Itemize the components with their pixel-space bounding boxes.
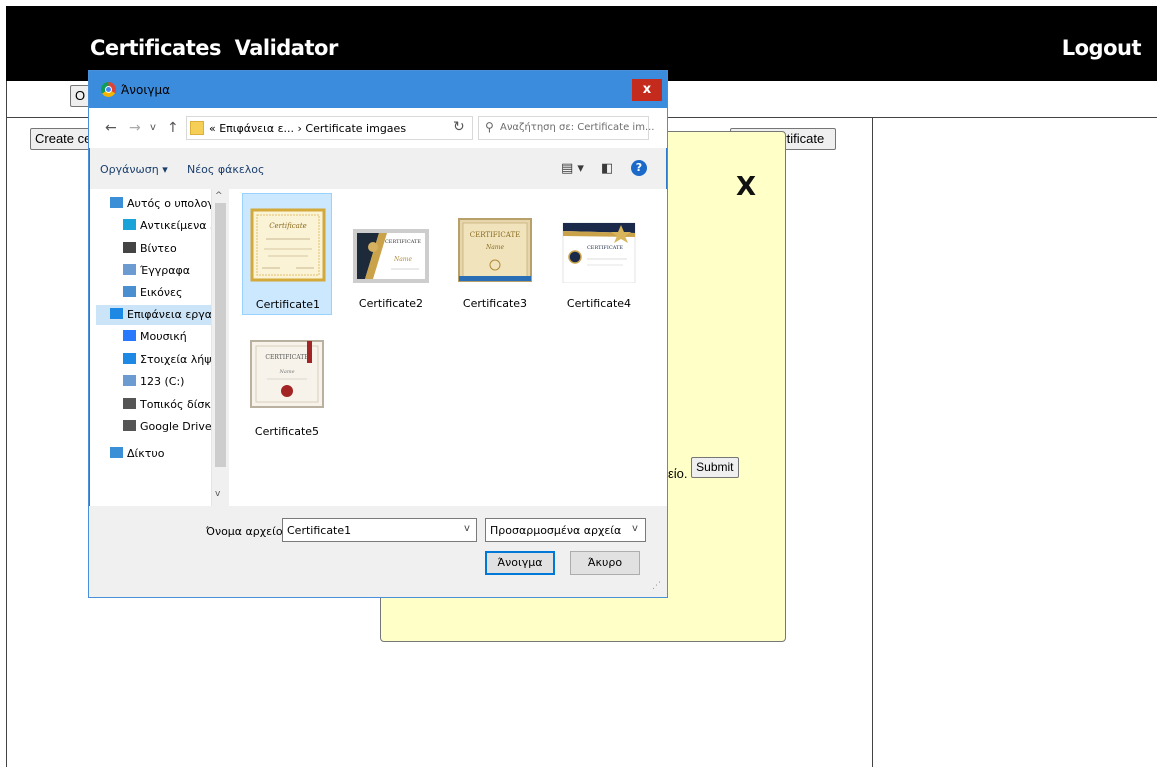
certificate1-thumbnail: Certificate [250, 208, 326, 282]
filetype-dropdown-icon[interactable]: v [632, 523, 638, 534]
view-menu-icon[interactable]: ▤ ▾ [561, 161, 584, 176]
filename-label: Όνομα αρχείου: [206, 525, 293, 538]
file-item[interactable]: Certificate Certificate1 [242, 193, 332, 315]
certificate5-thumbnail: CERTIFICATE Name [250, 340, 324, 408]
forward-arrow-icon[interactable]: → [129, 120, 141, 136]
file-name: Certificate1 [255, 298, 321, 311]
cancel-button[interactable]: Άκυρο [570, 551, 640, 575]
svg-text:CERTIFICATE: CERTIFICATE [385, 239, 421, 245]
certificate3-thumbnail: CERTIFICATE Name [458, 218, 532, 282]
nav-scroll-thumb[interactable] [215, 203, 226, 467]
file-name: Certificate2 [358, 297, 424, 310]
resize-grip-icon[interactable]: ⋰ [652, 581, 661, 591]
file-item[interactable]: CERTIFICATE Name Certificate2 [346, 193, 436, 315]
submit-button[interactable]: Submit [691, 457, 739, 478]
modal-close-icon[interactable]: X [736, 172, 756, 202]
svg-text:Name: Name [278, 369, 294, 375]
modal-text-fragment: είο. [668, 466, 688, 481]
file-open-dialog: Άνοιγμα x ← → v ↑ « Επιφάνεια ε... › Cer… [88, 70, 668, 598]
logout-link[interactable]: Logout [1062, 36, 1142, 60]
navigation-pane: Αυτός ο υπολογιστήςΑντικείμενα 3DΒίντεοΈ… [90, 189, 228, 506]
chrome-icon [101, 82, 116, 97]
modal-text: είο. Submit [668, 457, 739, 481]
file-item[interactable]: CERTIFICATE Certificate4 [554, 193, 644, 315]
dialog-close-button[interactable]: x [632, 79, 662, 101]
refresh-icon[interactable]: ↻ [453, 119, 465, 135]
left-border [6, 81, 7, 767]
dialog-titlebar: Άνοιγμα x [89, 71, 667, 108]
page: Certificates Validator Logout O Create c… [0, 0, 1157, 767]
music-icon [123, 330, 136, 341]
address-row: ← → v ↑ « Επιφάνεια ε... › Certificate i… [89, 108, 667, 148]
back-arrow-icon[interactable]: ← [105, 120, 117, 136]
help-icon[interactable]: ? [631, 160, 647, 176]
svg-text:CERTIFICATE: CERTIFICATE [587, 245, 623, 251]
certificate4-thumbnail: CERTIFICATE [562, 222, 636, 283]
search-icon: ⚲ [485, 120, 494, 134]
open-button[interactable]: Άνοιγμα [485, 551, 555, 575]
download-icon [123, 353, 136, 364]
file-name: Certificate3 [462, 297, 528, 310]
search-input[interactable]: ⚲ Αναζήτηση σε: Certificate im... [478, 116, 654, 140]
nav-item[interactable]: Επιφάνεια εργασίας [96, 305, 228, 325]
recent-locations-icon[interactable]: v [150, 122, 156, 133]
nav-item-label: Μουσική [140, 330, 187, 343]
nav-item-label: 123 (C:) [140, 375, 185, 388]
dialog-toolbar: Οργάνωση ▾ Νέος φάκελος ▤ ▾ ◧ ? [89, 151, 667, 189]
cube-icon [123, 219, 136, 230]
search-placeholder: Αναζήτηση σε: Certificate im... [500, 122, 655, 133]
dialog-title: Άνοιγμα [121, 83, 171, 97]
file-list: Certificate Certificate1 CERTIFICATE Nam… [229, 189, 667, 506]
filetype-select[interactable]: Προσαρμοσμένα αρχεία [485, 518, 646, 542]
network-icon [110, 447, 123, 458]
file-name: Certificate5 [254, 425, 320, 438]
svg-text:CERTIFICATE: CERTIFICATE [265, 354, 308, 361]
nav-item-label: Εικόνες [140, 286, 183, 299]
up-arrow-icon[interactable]: ↑ [167, 120, 179, 136]
filename-dropdown-icon[interactable]: v [464, 523, 470, 534]
app-title: Certificates Validator [90, 36, 338, 60]
pictures-icon [123, 286, 136, 297]
computer-icon [110, 197, 123, 208]
preview-pane-icon[interactable]: ◧ [601, 161, 613, 176]
nav-scrollbar[interactable]: ^ v [211, 189, 228, 506]
new-folder-button[interactable]: Νέος φάκελος [187, 163, 265, 176]
dialog-footer: Όνομα αρχείου: v Προσαρμοσμένα αρχεία v … [89, 506, 667, 597]
nav-item-label: Δίκτυο [127, 447, 165, 460]
file-name: Certificate4 [566, 297, 632, 310]
filename-input[interactable] [282, 518, 477, 542]
certificate2-thumbnail: CERTIFICATE Name [353, 229, 429, 283]
desktop-icon [110, 308, 123, 319]
address-bar[interactable]: « Επιφάνεια ε... › Certificate imgaes v [186, 116, 519, 140]
folder-icon [190, 121, 204, 135]
document-icon [123, 264, 136, 275]
nav-item-label: Βίντεο [140, 242, 177, 255]
scroll-up-icon[interactable]: ^ [215, 191, 223, 201]
nav-item-label: Έγγραφα [140, 264, 190, 277]
svg-text:Name: Name [393, 256, 413, 263]
file-item[interactable]: CERTIFICATE Name Certificate5 [242, 321, 332, 443]
svg-text:Name: Name [485, 244, 505, 251]
column-divider [872, 117, 873, 767]
svg-text:CERTIFICATE: CERTIFICATE [470, 231, 520, 239]
file-item[interactable]: CERTIFICATE Name Certificate3 [450, 193, 540, 315]
drive-icon [123, 420, 136, 431]
address-path: « Επιφάνεια ε... › Certificate imgaes [209, 122, 407, 135]
organize-menu[interactable]: Οργάνωση ▾ [100, 163, 168, 176]
drive-icon [123, 398, 136, 409]
svg-text:Certificate: Certificate [269, 222, 307, 230]
video-icon [123, 242, 136, 253]
drive-c-icon [123, 375, 136, 386]
scroll-down-icon[interactable]: v [215, 489, 220, 499]
